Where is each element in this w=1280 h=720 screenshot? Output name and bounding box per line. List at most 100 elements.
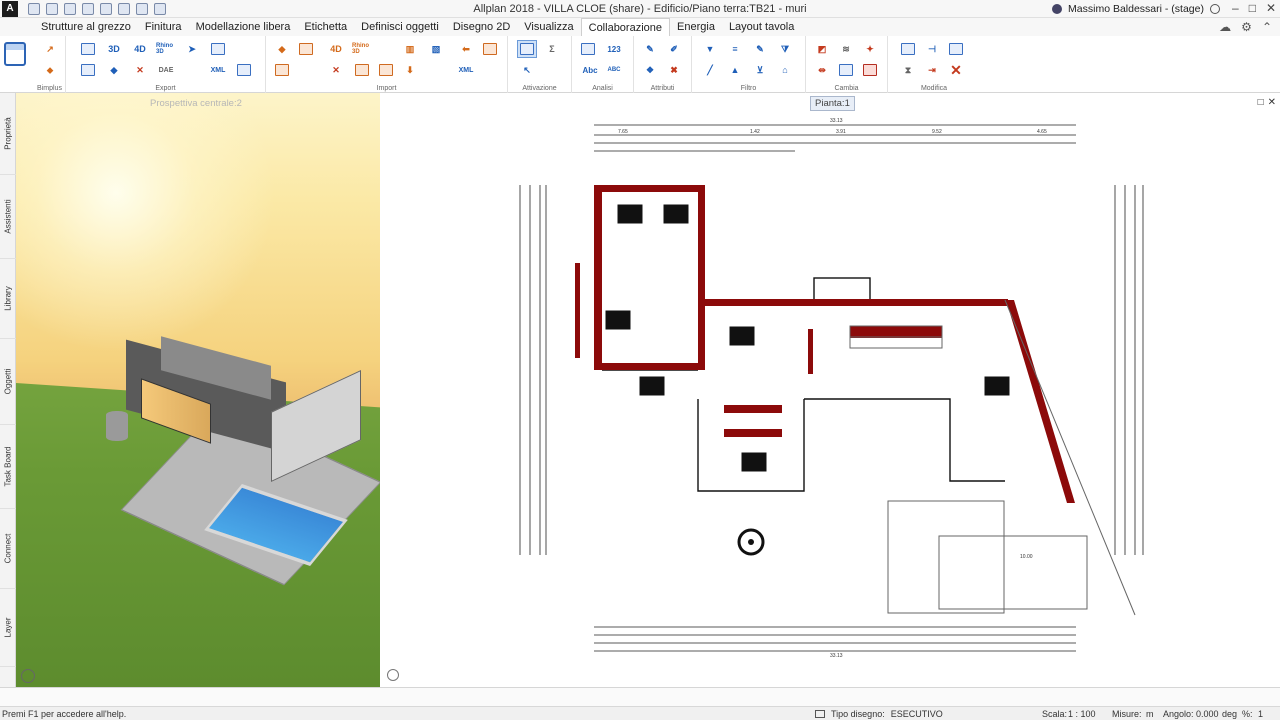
offset-icon[interactable]: ⇥: [922, 61, 942, 79]
ribbon-tab-disegno-2d[interactable]: Disegno 2D: [446, 18, 517, 36]
attribute-edit-icon[interactable]: ✐: [664, 40, 684, 58]
viewport-close-icon[interactable]: ✕: [1268, 97, 1276, 108]
perspective-viewport[interactable]: Prospettiva centrale:2: [16, 93, 380, 687]
export-layers-icon[interactable]: [234, 61, 254, 79]
scale-value[interactable]: 1 : 100: [1068, 709, 1096, 719]
palette-tab-library[interactable]: Library: [0, 259, 16, 339]
change-line-icon[interactable]: ≋: [836, 40, 856, 58]
activate-select-icon[interactable]: [517, 40, 537, 58]
change-box-icon[interactable]: [836, 61, 856, 79]
cursor-icon[interactable]: ↖: [517, 61, 537, 79]
palette-tab-propriet-[interactable]: Proprietà: [0, 93, 16, 175]
import-down-icon[interactable]: ⬇: [400, 61, 420, 79]
export-box-icon[interactable]: [208, 40, 228, 58]
house-3d-model[interactable]: [101, 336, 380, 586]
export-dae-icon[interactable]: DAE: [156, 61, 176, 79]
angle-value[interactable]: 0.000: [1196, 709, 1219, 719]
cloud-icon[interactable]: ☁: [1219, 20, 1231, 34]
export-4d-icon[interactable]: 4D: [130, 40, 150, 58]
mirror-icon[interactable]: ⧗: [898, 61, 918, 79]
palette-tab-layer[interactable]: Layer: [0, 589, 16, 667]
import-frame-icon[interactable]: [480, 40, 500, 58]
minimize-icon[interactable]: –: [1232, 1, 1239, 15]
attribute-icon[interactable]: ✎: [640, 40, 660, 58]
import-ifc-icon[interactable]: ◆: [272, 40, 292, 58]
import-dae-icon[interactable]: [352, 61, 372, 79]
filter-cut-icon[interactable]: ⊻: [750, 61, 770, 79]
export-cross-icon[interactable]: ✕: [130, 61, 150, 79]
window-icon[interactable]: [136, 2, 148, 15]
bimplus-download-icon[interactable]: ⬥: [40, 61, 60, 79]
import-rhino-icon[interactable]: Rhino 3D: [352, 40, 372, 58]
palette-tab-oggetti[interactable]: Oggetti: [0, 339, 16, 425]
navigation-icon[interactable]: [21, 669, 35, 683]
units-value[interactable]: m: [1146, 709, 1154, 719]
close-icon[interactable]: ✕: [1266, 1, 1276, 15]
undo-icon[interactable]: [100, 2, 112, 15]
import-plot-icon[interactable]: [272, 61, 292, 79]
import-columns-icon[interactable]: ▥: [400, 40, 420, 58]
filter-line-icon[interactable]: ╱: [700, 61, 720, 79]
export-3d-icon[interactable]: 3D: [104, 40, 124, 58]
export-arrow-icon[interactable]: ➤: [182, 40, 202, 58]
palette-tab-assistenti[interactable]: Assistenti: [0, 175, 16, 259]
ribbon-tab-modellazione-libera[interactable]: Modellazione libera: [189, 18, 298, 36]
import-cross-icon[interactable]: ✕: [326, 61, 346, 79]
export-shape-icon[interactable]: ◆: [104, 61, 124, 79]
filter-type-icon[interactable]: ▲: [725, 61, 745, 79]
viewport-maximize-icon[interactable]: □: [1258, 97, 1264, 108]
export-ifc-icon[interactable]: [78, 40, 98, 58]
floor-plan-drawing[interactable]: 33.13 7.65 1.42 3.91 9.52 4.65 33.13 10.…: [380, 93, 1280, 687]
export-rhino-icon[interactable]: Rhino 3D: [156, 40, 176, 58]
text-replace-icon[interactable]: ABC: [604, 61, 624, 79]
drawing-type-value[interactable]: ESECUTIVO: [891, 709, 943, 719]
import-xml-icon[interactable]: XML: [456, 61, 476, 79]
palette-tab-task-board[interactable]: Task Board: [0, 425, 16, 509]
attribute-delete-icon[interactable]: ✖: [664, 61, 684, 79]
redo-icon[interactable]: [118, 2, 130, 15]
navigation-icon[interactable]: [387, 669, 399, 681]
import-arrow-icon[interactable]: ⬅: [456, 40, 476, 58]
ribbon-tab-finitura[interactable]: Finitura: [138, 18, 189, 36]
ribbon-tab-visualizza[interactable]: Visualizza: [517, 18, 580, 36]
maximize-icon[interactable]: □: [1249, 1, 1256, 15]
bimplus-upload-icon[interactable]: ↗: [40, 40, 60, 58]
drawing-type[interactable]: Tipo disegno: ESECUTIVO: [815, 709, 943, 719]
bimplus-icon[interactable]: [4, 42, 26, 66]
import-box-icon[interactable]: [296, 40, 316, 58]
delete-icon[interactable]: ✕: [946, 61, 966, 79]
attribute-copy-icon[interactable]: ❖: [640, 61, 660, 79]
command-bar[interactable]: [0, 687, 1280, 706]
eraser-icon[interactable]: ◩: [812, 40, 832, 58]
filter-funnel-icon[interactable]: ⧩: [775, 40, 795, 58]
save-icon[interactable]: [64, 2, 76, 15]
sum-icon[interactable]: Σ: [542, 40, 562, 58]
ribbon-tab-definisci-oggetti[interactable]: Definisci oggetti: [354, 18, 446, 36]
open-icon[interactable]: [46, 2, 58, 15]
user-info[interactable]: Massimo Baldessari - (stage): [1052, 3, 1220, 15]
filter-icon[interactable]: ▼: [700, 40, 720, 58]
ribbon-tab-strutture-al-grezzo[interactable]: Strutture al grezzo: [34, 18, 138, 36]
change-props-icon[interactable]: ✦: [860, 40, 880, 58]
print-icon[interactable]: [82, 2, 94, 15]
export-plot-icon[interactable]: [78, 61, 98, 79]
settings-icon[interactable]: ⚙: [1241, 20, 1252, 34]
number-icon[interactable]: 123: [604, 40, 624, 58]
copy-icon[interactable]: [898, 40, 918, 58]
palette-tab-connect[interactable]: Connect: [0, 509, 16, 589]
move-icon[interactable]: ⊣: [922, 40, 942, 58]
filter-layer-icon[interactable]: ≡: [725, 40, 745, 58]
split-icon[interactable]: ⇹: [812, 61, 832, 79]
import-picture-icon[interactable]: ▧: [426, 40, 446, 58]
import-doc-icon[interactable]: [376, 61, 396, 79]
plan-viewport[interactable]: Pianta:1 □ ✕ 33.13 7.65 1.42 3.91 9.52 4…: [380, 93, 1280, 687]
stretch-icon[interactable]: [946, 40, 966, 58]
ribbon-tab-collaborazione[interactable]: Collaborazione: [580, 18, 671, 36]
export-xml-icon[interactable]: XML: [208, 61, 228, 79]
help-icon[interactable]: [1210, 4, 1220, 14]
allplan-logo-icon[interactable]: A: [2, 0, 18, 17]
quick-access-more-icon[interactable]: [154, 2, 166, 15]
expand-icon[interactable]: ⌃: [1262, 20, 1272, 34]
filter-element-icon[interactable]: ⌂: [775, 61, 795, 79]
new-icon[interactable]: [28, 2, 40, 15]
